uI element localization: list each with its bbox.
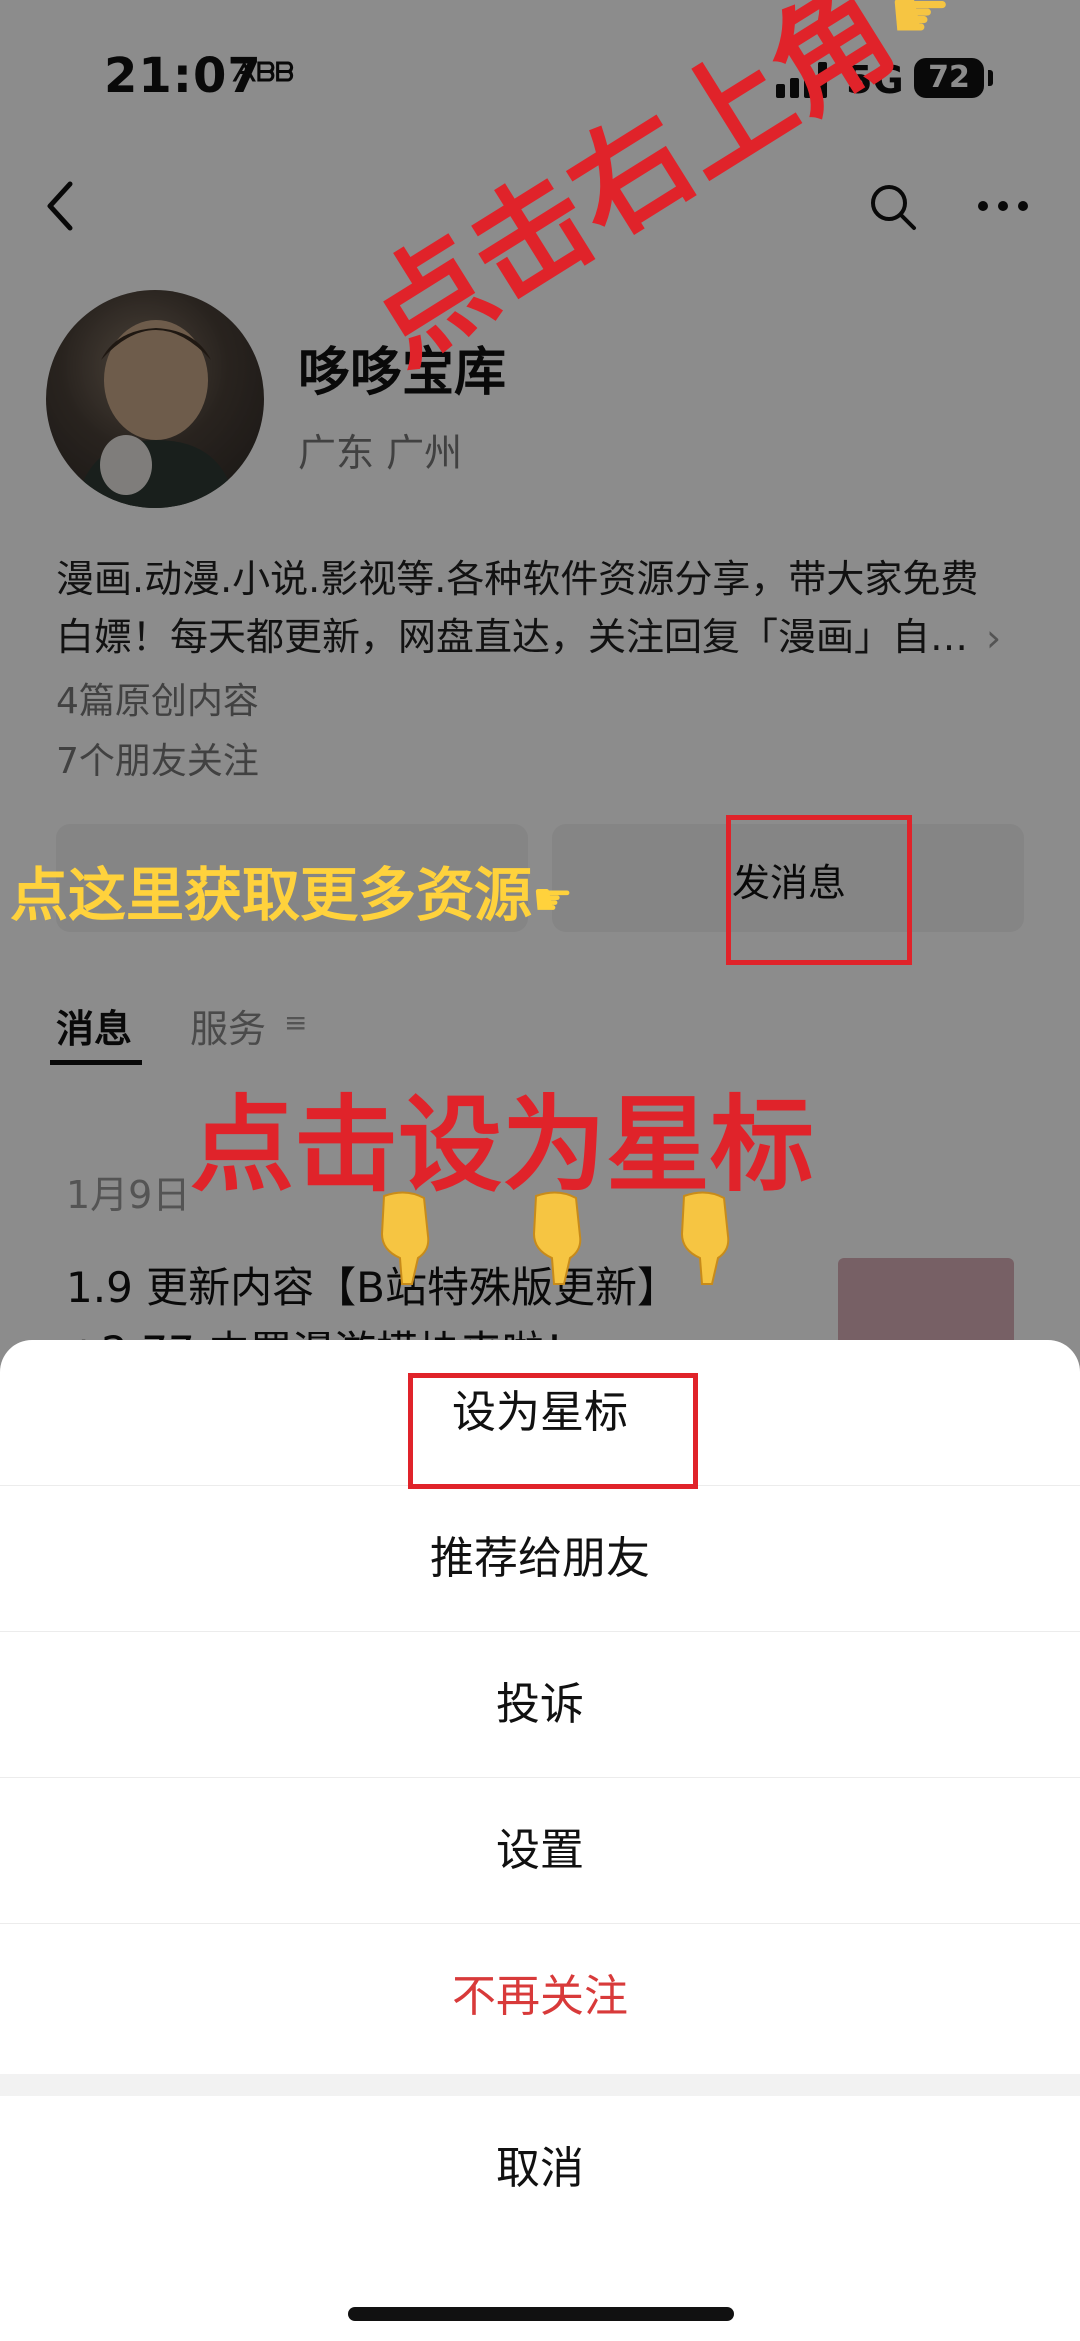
highlight-box-send-message bbox=[726, 815, 912, 965]
highlight-box-set-star bbox=[408, 1373, 698, 1489]
pointing-down-hand-icon bbox=[368, 1188, 444, 1288]
annotation-get-resources-text: 点这里获取更多资源 bbox=[10, 861, 533, 929]
pointing-down-hand-icon bbox=[520, 1188, 596, 1288]
menu-item-settings[interactable]: 设置 bbox=[0, 1778, 1080, 1924]
annotation-get-resources: 点这里获取更多资源☛ bbox=[10, 848, 573, 932]
sheet-divider bbox=[0, 2074, 1080, 2096]
cancel-button[interactable]: 取消 bbox=[0, 2096, 1080, 2242]
pointing-right-hand-icon: ☛ bbox=[532, 872, 574, 926]
home-indicator[interactable] bbox=[348, 2307, 734, 2321]
menu-item-report[interactable]: 投诉 bbox=[0, 1632, 1080, 1778]
pointing-down-hand-icon bbox=[668, 1188, 744, 1288]
pointing-hand-icon: ☛ bbox=[888, 0, 952, 56]
menu-item-unfollow[interactable]: 不再关注 bbox=[0, 1924, 1080, 2070]
menu-item-recommend-to-friend[interactable]: 推荐给朋友 bbox=[0, 1486, 1080, 1632]
